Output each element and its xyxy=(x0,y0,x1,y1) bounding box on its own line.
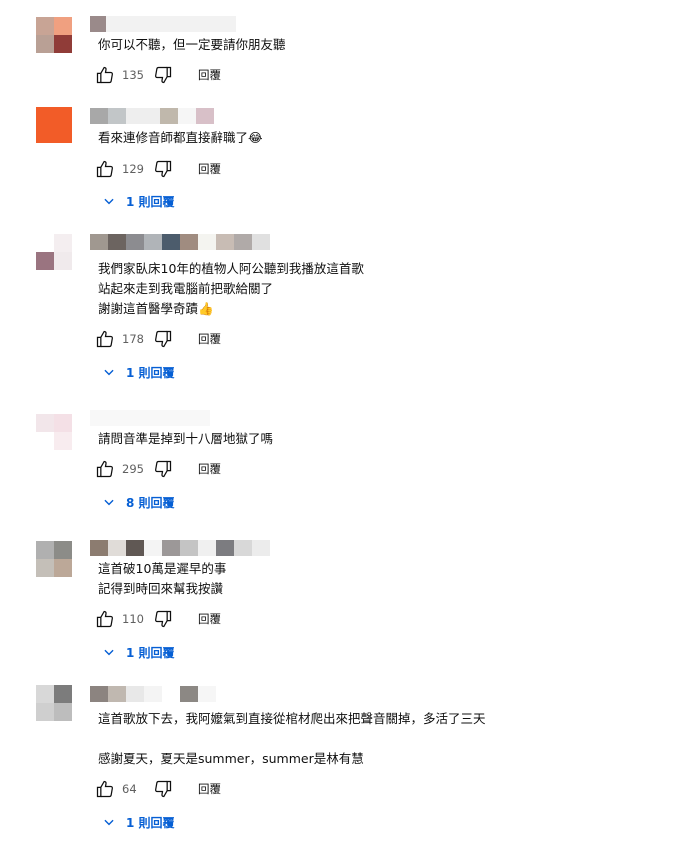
replies-count-label: 1 則回覆 xyxy=(126,194,175,209)
avatar[interactable] xyxy=(36,414,72,450)
avatar[interactable] xyxy=(36,685,72,721)
author-name-blurred[interactable] xyxy=(90,16,236,32)
thumbs-up-icon[interactable] xyxy=(94,778,116,800)
comment-text: 這首破10萬是遲早的事 記得到時回來幫我按讚 xyxy=(98,561,227,596)
author-name-blurred[interactable] xyxy=(90,234,270,250)
reply-button[interactable]: 回覆 xyxy=(198,161,221,177)
chevron-down-icon xyxy=(104,198,114,205)
comment-text: 看來連修音師都直接辭職了😂 xyxy=(98,130,263,145)
replies-count-label: 1 則回覆 xyxy=(126,815,175,830)
like-count: 178 xyxy=(122,332,144,346)
replies-count-label: 1 則回覆 xyxy=(126,645,175,660)
view-replies-button[interactable]: 1 則回覆 xyxy=(102,812,175,832)
comment-actions: 110 回覆 xyxy=(94,607,221,631)
like-count: 110 xyxy=(122,612,144,626)
reply-button[interactable]: 回覆 xyxy=(198,461,221,477)
comment-text: 請問音準是掉到十八層地獄了嗎 xyxy=(98,431,274,446)
chevron-down-icon xyxy=(104,649,114,656)
like-count: 129 xyxy=(122,162,144,176)
thumbs-up-icon[interactable] xyxy=(94,458,116,480)
comment-text: 我們家臥床10年的植物人阿公聽到我播放這首歌 站起來走到我電腦前把歌給關了 謝謝… xyxy=(98,261,364,316)
comment-actions: 64 回覆 xyxy=(94,777,221,801)
reply-button[interactable]: 回覆 xyxy=(198,611,221,627)
thumbs-up-icon[interactable] xyxy=(94,64,116,86)
thumbs-down-icon[interactable] xyxy=(152,158,174,180)
thumbs-down-icon[interactable] xyxy=(152,328,174,350)
thumbs-down-icon[interactable] xyxy=(152,458,174,480)
thumbs-up-icon[interactable] xyxy=(94,608,116,630)
thumbs-up-icon[interactable] xyxy=(94,158,116,180)
chevron-down-icon xyxy=(104,369,114,376)
replies-count-label: 8 則回覆 xyxy=(126,495,175,510)
view-replies-button[interactable]: 1 則回覆 xyxy=(102,191,175,211)
chevron-down-icon xyxy=(104,499,114,506)
chevron-down-icon xyxy=(104,819,114,826)
thumbs-down-icon[interactable] xyxy=(152,64,174,86)
thumbs-down-icon[interactable] xyxy=(152,608,174,630)
avatar[interactable] xyxy=(36,541,72,577)
author-name-blurred[interactable] xyxy=(90,108,214,124)
like-count: 64 xyxy=(122,782,137,796)
comment-text: 你可以不聽，但一定要請你朋友聽 xyxy=(98,37,286,52)
comment-actions: 135 回覆 xyxy=(94,63,221,87)
author-name-blurred[interactable] xyxy=(90,540,270,556)
comment-actions: 178 回覆 xyxy=(94,327,221,351)
view-replies-button[interactable]: 8 則回覆 xyxy=(102,492,175,512)
reply-button[interactable]: 回覆 xyxy=(198,67,221,83)
avatar[interactable] xyxy=(36,234,72,270)
avatar[interactable] xyxy=(36,17,72,53)
view-replies-button[interactable]: 1 則回覆 xyxy=(102,362,175,382)
thumbs-down-icon[interactable] xyxy=(152,778,174,800)
replies-count-label: 1 則回覆 xyxy=(126,365,175,380)
reply-button[interactable]: 回覆 xyxy=(198,331,221,347)
thumbs-up-icon[interactable] xyxy=(94,328,116,350)
author-name-blurred[interactable] xyxy=(90,686,216,702)
like-count: 295 xyxy=(122,462,144,476)
reply-button[interactable]: 回覆 xyxy=(198,781,221,797)
like-count: 135 xyxy=(122,68,144,82)
comment-actions: 129 回覆 xyxy=(94,157,221,181)
avatar[interactable] xyxy=(36,107,72,143)
author-name-blurred[interactable] xyxy=(90,410,210,426)
comment-actions: 295 回覆 xyxy=(94,457,221,481)
comment-text: 這首歌放下去，我阿嬤氣到直接從棺材爬出來把聲音關掉，多活了三天 感謝夏天，夏天是… xyxy=(98,711,486,766)
view-replies-button[interactable]: 1 則回覆 xyxy=(102,642,175,662)
